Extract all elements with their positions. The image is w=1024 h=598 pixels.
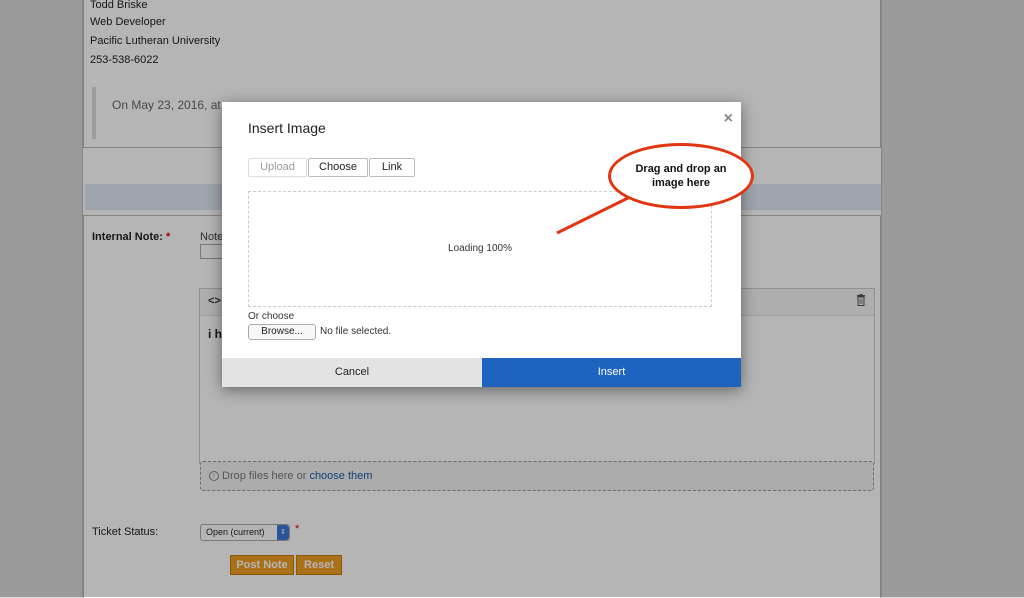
callout-pointer-line <box>556 196 629 235</box>
callout-line-2: image here <box>651 177 711 189</box>
callout-text: Drag and drop an image here <box>611 162 751 190</box>
callout-line-1: Drag and drop an <box>635 163 727 175</box>
annotation-callout: Drag and drop an image here <box>608 143 754 209</box>
